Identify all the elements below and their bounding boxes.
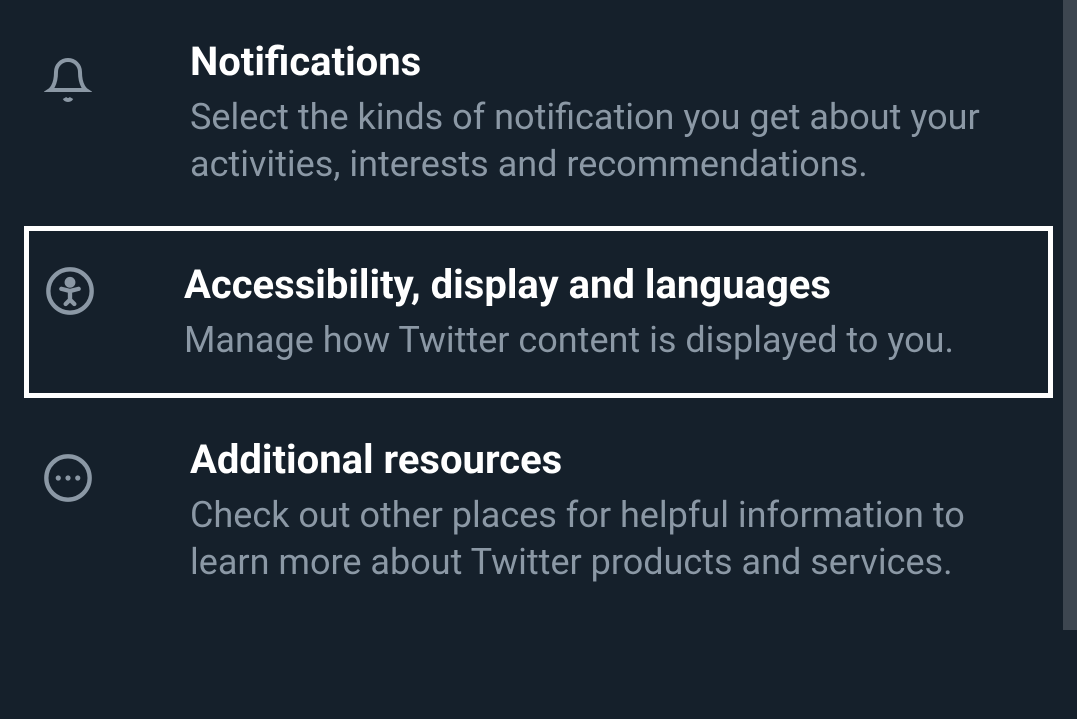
settings-item-title: Accessibility, display and languages <box>184 261 1033 309</box>
settings-item-title: Notifications <box>190 38 1037 86</box>
settings-item-title: Additional resources <box>190 436 1037 484</box>
settings-item-accessibility[interactable]: Accessibility, display and languages Man… <box>24 226 1053 399</box>
settings-item-description: Manage how Twitter content is displayed … <box>184 317 1033 364</box>
text-content: Accessibility, display and languages Man… <box>184 261 1033 364</box>
accessibility-icon <box>44 264 96 318</box>
text-content: Additional resources Check out other pla… <box>190 436 1037 586</box>
settings-item-additional-resources[interactable]: Additional resources Check out other pla… <box>0 398 1077 624</box>
bell-icon <box>44 56 92 104</box>
icon-wrapper <box>42 452 94 504</box>
text-content: Notifications Select the kinds of notifi… <box>190 38 1037 188</box>
settings-item-description: Select the kinds of notification you get… <box>190 94 1037 188</box>
more-icon <box>42 451 94 505</box>
icon-wrapper <box>44 265 96 317</box>
settings-item-description: Check out other places for helpful infor… <box>190 492 1037 586</box>
settings-item-notifications[interactable]: Notifications Select the kinds of notifi… <box>0 0 1077 226</box>
scrollbar[interactable] <box>1063 0 1077 630</box>
settings-list: Notifications Select the kinds of notifi… <box>0 0 1077 624</box>
icon-wrapper <box>42 54 94 106</box>
